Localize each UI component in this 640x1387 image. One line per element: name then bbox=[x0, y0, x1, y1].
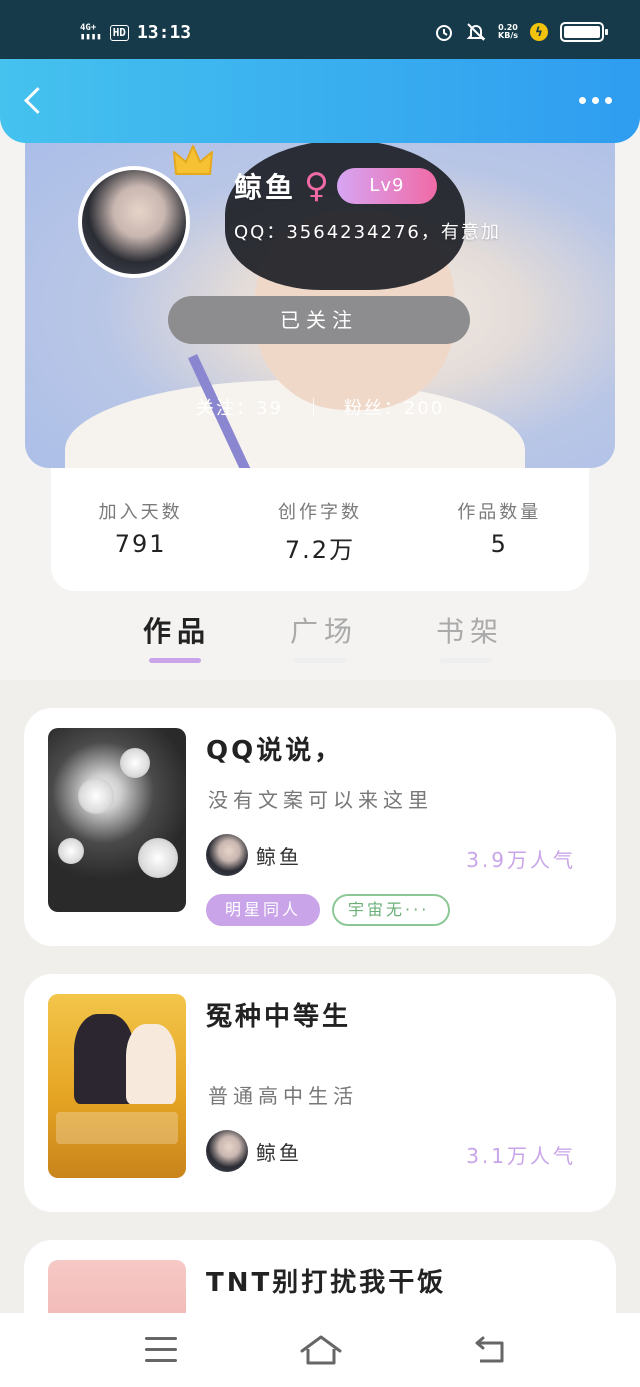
stat-join-days: 加入天数 791 bbox=[51, 468, 230, 591]
author-name: 鲸鱼 bbox=[256, 1140, 302, 1165]
return-icon[interactable] bbox=[472, 1335, 506, 1365]
stat-label: 作品数量 bbox=[457, 502, 542, 523]
tab-bookshelf[interactable]: 书架 bbox=[436, 610, 504, 650]
profile-bio: QQ：3564234276，有意加 bbox=[234, 222, 501, 243]
crown-icon bbox=[173, 145, 213, 175]
work-title[interactable]: 冤种中等生 bbox=[206, 996, 351, 1033]
following-count[interactable]: 关注：39 bbox=[196, 394, 283, 420]
rose-decoration bbox=[138, 838, 178, 878]
tab-indicator bbox=[440, 658, 492, 663]
tab-indicator bbox=[294, 658, 346, 663]
tab-works[interactable]: 作品 bbox=[143, 610, 211, 650]
menu-icon[interactable] bbox=[145, 1337, 177, 1363]
stat-label: 加入天数 bbox=[98, 502, 183, 523]
tag-celebrity-fanfic[interactable]: 明星同人 bbox=[206, 894, 321, 926]
work-author: 鲸鱼 bbox=[206, 1130, 302, 1172]
stat-value: 791 bbox=[114, 530, 167, 558]
work-title[interactable]: QQ说说， bbox=[206, 730, 343, 767]
work-popularity: 3.1万人气 bbox=[466, 1144, 576, 1168]
status-bar: 4G+ ▮▮▮▮ HD 13:13 0.20 KB/s ϟ bbox=[0, 0, 640, 60]
alarm-icon bbox=[436, 25, 453, 41]
rose-decoration bbox=[120, 748, 150, 778]
more-icon[interactable] bbox=[579, 97, 612, 104]
work-cover-image[interactable] bbox=[48, 728, 186, 912]
battery-icon bbox=[560, 22, 608, 42]
speed-unit: KB/s bbox=[498, 31, 518, 40]
name-row: 鲸鱼 ♀ Lv9 bbox=[234, 166, 437, 206]
home-icon[interactable] bbox=[299, 1333, 343, 1367]
charging-icon: ϟ bbox=[530, 23, 548, 41]
system-navigation-bar bbox=[0, 1313, 640, 1387]
mute-icon bbox=[466, 23, 486, 41]
network-indicator: 4G+ ▮▮▮▮ bbox=[80, 23, 102, 42]
tab-square[interactable]: 广场 bbox=[290, 610, 358, 650]
followed-button[interactable]: 已关注 bbox=[168, 296, 470, 344]
rose-decoration bbox=[78, 778, 114, 814]
work-title[interactable]: TNT别打扰我干饭 bbox=[206, 1262, 446, 1299]
status-left: 4G+ ▮▮▮▮ HD 13:13 bbox=[80, 22, 191, 43]
author-name: 鲸鱼 bbox=[256, 844, 302, 869]
stat-value: 7.2万 bbox=[284, 536, 356, 564]
stats-divider bbox=[312, 398, 314, 416]
top-bar bbox=[0, 59, 640, 143]
follow-stats: 关注：39 粉丝：200 bbox=[196, 394, 444, 420]
stats-card: 加入天数 791 创作字数 7.2万 作品数量 5 bbox=[51, 468, 589, 591]
work-tags: 明星同人 宇宙无··· bbox=[206, 894, 451, 926]
work-author: 鲸鱼 bbox=[206, 834, 302, 876]
hd-badge: HD bbox=[109, 24, 129, 41]
network-speed: 0.20 KB/s bbox=[498, 24, 518, 40]
level-badge: Lv9 bbox=[336, 168, 437, 204]
cover-figure bbox=[74, 1014, 134, 1104]
clock: 13:13 bbox=[136, 22, 192, 43]
tab-indicator-active bbox=[149, 658, 201, 663]
cover-title-plate bbox=[56, 1112, 178, 1144]
tab-bar: 作品 广场 书架 bbox=[0, 600, 640, 680]
stat-label: 创作字数 bbox=[277, 502, 362, 523]
stat-work-count: 作品数量 5 bbox=[410, 468, 589, 591]
work-card[interactable]: 冤种中等生 普通高中生活 鲸鱼 3.1万人气 bbox=[24, 974, 616, 1212]
work-description: 没有文案可以来这里 bbox=[208, 788, 433, 812]
gender-female-icon: ♀ bbox=[304, 166, 329, 206]
username: 鲸鱼 bbox=[234, 171, 297, 204]
tag-universe[interactable]: 宇宙无··· bbox=[332, 894, 451, 926]
rose-decoration bbox=[58, 838, 84, 864]
signal-icon: ▮▮▮▮ bbox=[80, 31, 102, 42]
status-right: 0.20 KB/s ϟ bbox=[434, 22, 608, 42]
author-avatar bbox=[206, 834, 248, 876]
stat-value: 5 bbox=[490, 530, 508, 558]
cover-figure bbox=[126, 1024, 176, 1104]
fans-count[interactable]: 粉丝：200 bbox=[344, 394, 444, 420]
work-cover-image[interactable] bbox=[48, 994, 186, 1178]
banner-photo-hair bbox=[225, 140, 465, 290]
work-description: 普通高中生活 bbox=[208, 1084, 358, 1108]
work-popularity: 3.9万人气 bbox=[466, 848, 576, 872]
back-arrow-icon[interactable] bbox=[20, 87, 50, 117]
work-card[interactable]: QQ说说， 没有文案可以来这里 鲸鱼 3.9万人气 明星同人 宇宙无··· bbox=[24, 708, 616, 946]
author-avatar bbox=[206, 1130, 248, 1172]
stat-word-count: 创作字数 7.2万 bbox=[230, 468, 409, 591]
